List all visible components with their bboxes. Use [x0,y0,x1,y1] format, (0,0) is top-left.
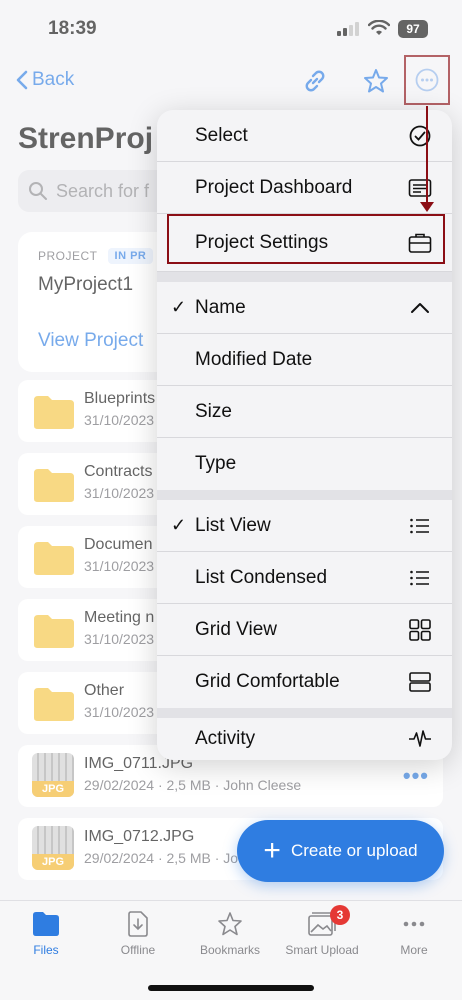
list-item-subtitle: 29/02/2024 · 2,5 MB · John Cleese [84,777,302,793]
list-item-subtitle: 31/10/2023 [84,485,155,501]
list-item-title: Contracts [84,463,153,480]
search-placeholder: Search for f [56,180,150,201]
list-item-subtitle: 31/10/2023 [84,631,155,647]
menu-item-sort-size[interactable]: Size [157,386,452,438]
ellipsis-circle-icon [415,68,439,92]
wifi-icon [368,20,390,35]
folder-icon [33,912,59,936]
menu-item-label: Grid View [195,618,278,640]
list-item-title: IMG_0712.JPG [84,828,195,845]
tab-label: More [400,943,428,957]
tab-label: Smart Upload [285,943,359,957]
folder-icon [34,688,74,721]
menu-item-label: Activity [195,728,256,749]
checkmark-circle-icon [409,125,431,147]
project-label: PROJECT [38,249,98,263]
menu-item-grid-view[interactable]: Grid View [157,604,452,656]
list-item-subtitle: 31/10/2023 [84,704,155,720]
menu-item-label: List Condensed [195,566,328,588]
tab-label: Bookmarks [199,943,261,957]
menu-item-label: Modified Date [195,348,313,370]
folder-icon [34,542,74,575]
nav-bar: Back [0,55,462,107]
annotation-arrow-line [426,106,428,206]
tab-files[interactable]: Files [0,911,92,957]
list-item-title: Documen [84,536,153,553]
menu-item-label: Select [195,124,248,146]
menu-item-project-dashboard[interactable]: Project Dashboard [157,162,452,214]
view-project-link[interactable]: View Project [38,330,143,352]
back-button[interactable]: Back [16,69,74,91]
row-more-button[interactable]: ••• [403,763,429,789]
dashboard-icon [408,179,432,197]
folder-icon [34,469,74,502]
options-menu: Select Project Dashboard Project Setting… [157,110,452,760]
star-icon [218,912,242,936]
list-item-title: Meeting n [84,609,155,626]
tab-label: Offline [120,943,156,957]
home-indicator [148,985,314,991]
list-item-subtitle: 31/10/2023 [84,558,155,574]
notification-badge: 3 [330,905,350,925]
annotation-arrow-head [420,202,434,212]
menu-item-sort-name[interactable]: ✓ Name [157,282,452,334]
list-item-title: Blueprints [84,390,156,407]
folder-icon [34,615,74,648]
ellipsis-icon [403,921,425,927]
search-icon [29,182,47,200]
menu-item-label: List View [195,514,271,536]
activity-icon [409,730,431,747]
menu-item-sort-modified-date[interactable]: Modified Date [157,334,452,386]
chevron-up-icon [411,303,429,313]
menu-item-label: Grid Comfortable [195,671,340,692]
star-icon[interactable] [362,67,390,95]
menu-item-sort-type[interactable]: Type [157,438,452,490]
offline-download-icon [128,911,148,937]
back-label: Back [32,69,75,90]
menu-item-label: Project Dashboard [195,176,353,198]
menu-item-activity[interactable]: Activity [157,718,452,760]
menu-item-label: Name [195,296,246,318]
create-upload-label: Create or upload [290,841,418,860]
file-type-tag: JPG [32,854,74,870]
status-bar: 18:39 97 [0,0,462,60]
tab-bookmarks[interactable]: Bookmarks [184,911,276,957]
chevron-left-icon [16,70,28,90]
tab-offline[interactable]: Offline [92,911,184,957]
menu-item-grid-comfortable[interactable]: Grid Comfortable [157,656,452,708]
page-title: StrenProj [18,122,154,155]
grid-icon [409,619,431,641]
folder-icon [34,396,74,429]
list-item-subtitle: 29/02/2024 · 2,5 MB · Jo [84,850,239,866]
status-badge: IN PR [107,248,154,264]
tab-label: Files [33,943,59,957]
tab-smart-upload[interactable]: 3 Smart Upload [276,905,368,957]
status-time: 18:39 [48,18,97,39]
menu-separator [157,272,452,282]
list-item-title: Other [84,682,125,699]
cellular-signal-icon [337,22,359,36]
grid-comfortable-icon [409,672,431,692]
checkmark-icon: ✓ [171,297,187,317]
menu-item-label: Type [195,453,237,474]
tab-more[interactable]: More [368,911,460,957]
menu-item-list-condensed[interactable]: List Condensed [157,552,452,604]
list-icon [410,518,429,534]
annotation-highlight-box [167,214,445,264]
menu-separator [157,490,452,500]
menu-item-label: Size [195,400,232,422]
menu-item-select[interactable]: Select [157,110,452,162]
list-item-subtitle: 31/10/2023 [84,412,155,428]
menu-separator [157,708,452,718]
checkmark-icon: ✓ [171,515,187,535]
create-upload-button[interactable]: + Create or upload [237,820,444,882]
file-type-tag: JPG [32,781,74,797]
battery-indicator: 97 [398,20,428,38]
plus-icon: + [263,834,281,867]
menu-item-list-view[interactable]: ✓ List View [157,500,452,552]
more-button-highlight[interactable] [404,55,450,105]
list-condensed-icon [410,570,429,586]
link-icon[interactable] [301,67,329,95]
